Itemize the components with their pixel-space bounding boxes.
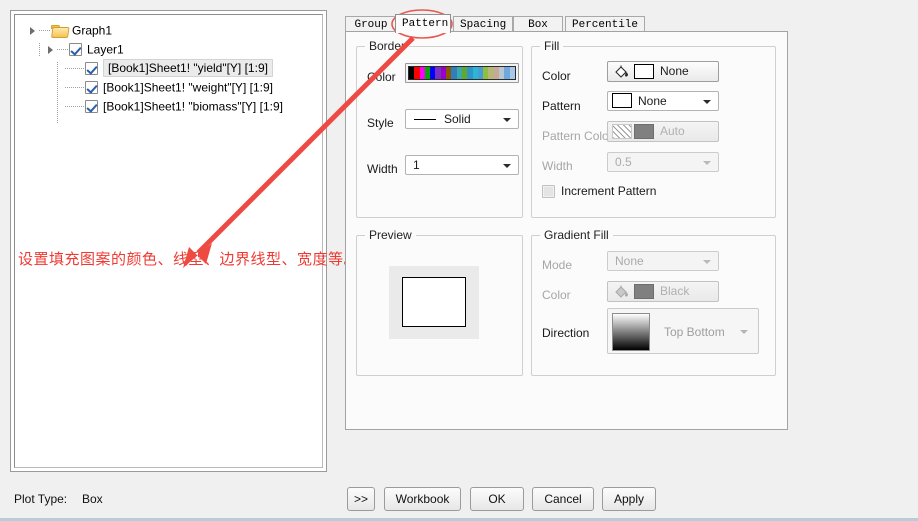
gradient-color-button: Black <box>607 281 719 302</box>
fill-width-label: Width <box>542 159 573 173</box>
folder-icon <box>51 24 68 37</box>
chevron-down-icon <box>503 164 511 168</box>
gradient-direction-label: Direction <box>542 326 590 340</box>
tree-node-label: [Book1]Sheet1! "weight"[Y] [1:9] <box>103 80 273 95</box>
tab-pattern[interactable]: Pattern <box>395 14 451 33</box>
plot-type-label: Plot Type: <box>14 492 68 506</box>
chevron-down-icon <box>740 330 748 334</box>
tree-node-label: [Book1]Sheet1! "yield"[Y] [1:9] <box>103 59 273 78</box>
fill-color-label: Color <box>542 69 571 83</box>
tree-connector <box>39 21 51 41</box>
fill-width-value: 0.5 <box>615 155 632 169</box>
plot-type-value: Box <box>82 492 103 506</box>
gradient-direction-value: Top Bottom <box>664 325 725 339</box>
fill-pattern-value: None <box>638 94 667 108</box>
fill-pattern-label: Pattern <box>542 99 581 113</box>
plot-checkbox[interactable] <box>85 62 98 76</box>
tree-node-layer1[interactable]: Layer1 <box>23 40 322 60</box>
gradient-direction-swatch <box>612 313 650 351</box>
border-color-picker[interactable] <box>405 63 519 83</box>
tab-content-pattern: Border Color Style Solid Width 1 Fill Co… <box>345 31 788 430</box>
apply-button[interactable]: Apply <box>602 487 656 511</box>
border-width-value: 1 <box>413 158 420 172</box>
fill-pattern-combo[interactable]: None <box>607 91 719 111</box>
border-width-combo[interactable]: 1 <box>405 155 519 175</box>
tree-node-plot-yield[interactable]: [Book1]Sheet1! "yield"[Y] [1:9] <box>23 59 322 79</box>
fill-color-swatch <box>634 64 654 79</box>
plot-tree: Graph1 Layer1 [Book1]Sheet1! "yield"[Y] … <box>15 15 322 124</box>
expand-button[interactable]: >> <box>347 487 375 511</box>
chevron-down-icon <box>703 260 711 264</box>
properties-panel: Group Pattern Spacing Box Percentile Bor… <box>345 10 788 430</box>
tree-connector <box>65 97 85 117</box>
workbook-button[interactable]: Workbook <box>384 487 461 511</box>
plot-tree-scroll[interactable]: Graph1 Layer1 [Book1]Sheet1! "yield"[Y] … <box>14 14 323 468</box>
gradient-group-caption: Gradient Fill <box>540 228 613 242</box>
preview-group: Preview <box>356 228 523 376</box>
fill-pattern-color-value: Auto <box>660 124 685 138</box>
hatch-pattern-icon <box>612 124 632 139</box>
pattern-swatch <box>612 93 632 108</box>
color-swatch-strip <box>408 66 516 80</box>
tree-connector <box>65 59 85 79</box>
tree-connector <box>57 40 69 60</box>
border-style-value: Solid <box>444 112 471 126</box>
border-style-label: Style <box>367 116 394 130</box>
border-style-combo[interactable]: Solid <box>405 109 519 129</box>
preview-canvas <box>389 266 479 339</box>
line-style-icon <box>414 119 436 120</box>
gradient-fill-group: Gradient Fill Mode None Color Black Dire… <box>531 228 776 376</box>
tree-node-plot-biomass[interactable]: [Book1]Sheet1! "biomass"[Y] [1:9] <box>23 97 322 117</box>
increment-pattern-label: Increment Pattern <box>561 184 657 198</box>
border-group: Border Color Style Solid Width 1 <box>356 39 523 218</box>
gradient-mode-value: None <box>615 254 644 268</box>
fill-group: Fill Color None Pattern None Pattern Col… <box>531 39 776 218</box>
gradient-mode-label: Mode <box>542 258 573 272</box>
annotation-text: 设置填充图案的颜色、线型、边界线型、宽度等。 <box>18 251 360 268</box>
border-width-label: Width <box>367 162 398 176</box>
preview-box-shape <box>402 277 466 327</box>
tree-node-graph1[interactable]: Graph1 <box>23 21 322 41</box>
gradient-color-value: Black <box>660 284 690 298</box>
paint-bucket-icon <box>614 65 630 79</box>
fill-width-combo: 0.5 <box>607 152 719 172</box>
tree-node-plot-weight[interactable]: [Book1]Sheet1! "weight"[Y] [1:9] <box>23 78 322 98</box>
gradient-color-swatch <box>634 284 654 299</box>
fill-color-value: None <box>660 64 689 78</box>
chevron-down-icon <box>503 118 511 122</box>
chevron-down-icon <box>703 100 711 104</box>
plot-checkbox[interactable] <box>85 100 98 114</box>
plot-tree-panel: Graph1 Layer1 [Book1]Sheet1! "yield"[Y] … <box>10 10 327 472</box>
border-group-caption: Border <box>365 39 410 53</box>
preview-group-caption: Preview <box>365 228 416 242</box>
cancel-button[interactable]: Cancel <box>532 487 594 511</box>
layer-checkbox[interactable] <box>69 43 82 57</box>
fill-pattern-color-button: Auto <box>607 121 719 142</box>
fill-group-caption: Fill <box>540 39 564 53</box>
border-color-label: Color <box>367 70 396 84</box>
expander-icon[interactable] <box>47 40 57 59</box>
fill-color-button[interactable]: None <box>607 61 719 82</box>
pattern-color-swatch <box>634 124 654 139</box>
tree-connector <box>65 78 85 98</box>
gradient-mode-combo: None <box>607 251 719 271</box>
increment-pattern-checkbox[interactable] <box>542 185 555 198</box>
gradient-direction-button[interactable]: Top Bottom <box>607 308 759 354</box>
plot-details-dialog: Graph1 Layer1 [Book1]Sheet1! "yield"[Y] … <box>0 0 918 521</box>
fill-pattern-color-label: Pattern Color <box>542 129 613 143</box>
gradient-color-label: Color <box>542 288 571 302</box>
ok-button[interactable]: OK <box>470 487 524 511</box>
tree-node-label: [Book1]Sheet1! "biomass"[Y] [1:9] <box>103 99 283 114</box>
chevron-down-icon <box>703 161 711 165</box>
expander-icon[interactable] <box>29 21 39 40</box>
paint-bucket-icon <box>614 285 630 299</box>
tree-node-label: Layer1 <box>87 42 124 57</box>
color-swatch <box>509 67 515 79</box>
plot-type-row: Plot Type: Box <box>14 492 103 506</box>
plot-checkbox[interactable] <box>85 81 98 95</box>
tree-node-label: Graph1 <box>72 23 113 38</box>
